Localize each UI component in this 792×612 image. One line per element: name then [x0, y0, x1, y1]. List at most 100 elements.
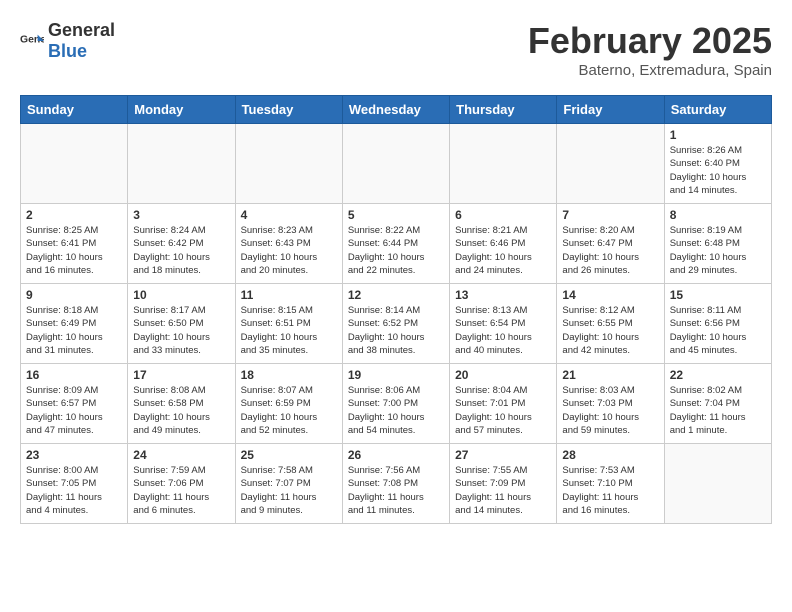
- day-number: 26: [348, 448, 444, 462]
- day-cell: [664, 444, 771, 524]
- day-info: Sunrise: 8:04 AM Sunset: 7:01 PM Dayligh…: [455, 384, 551, 437]
- day-number: 19: [348, 368, 444, 382]
- day-number: 9: [26, 288, 122, 302]
- day-info: Sunrise: 7:58 AM Sunset: 7:07 PM Dayligh…: [241, 464, 337, 517]
- day-cell: 6Sunrise: 8:21 AM Sunset: 6:46 PM Daylig…: [450, 204, 557, 284]
- day-cell: 20 Sunrise: 8:04 AM Sunset: 7:01 PM Dayli…: [450, 364, 557, 444]
- day-cell: 7 Sunrise: 8:20 AM Sunset: 6:47 PM Daylig…: [557, 204, 664, 284]
- day-cell: 24 Sunrise: 7:59 AM Sunset: 7:06 PM Dayli…: [128, 444, 235, 524]
- day-number: 24: [133, 448, 229, 462]
- day-cell: [128, 124, 235, 204]
- logo-blue: Blue: [48, 41, 87, 61]
- day-cell: 2 Sunrise: 8:25 AM Sunset: 6:41 PM Daylig…: [21, 204, 128, 284]
- weekday-tuesday: Tuesday: [235, 96, 342, 124]
- day-cell: 22 Sunrise: 8:02 AM Sunset: 7:04 PM Dayli…: [664, 364, 771, 444]
- day-number: 4: [241, 208, 337, 222]
- day-cell: 4 Sunrise: 8:23 AM Sunset: 6:43 PM Daylig…: [235, 204, 342, 284]
- day-cell: 17 Sunrise: 8:08 AM Sunset: 6:58 PM Dayli…: [128, 364, 235, 444]
- day-cell: 10Sunrise: 8:17 AM Sunset: 6:50 PM Dayli…: [128, 284, 235, 364]
- day-number: 2: [26, 208, 122, 222]
- day-cell: 19 Sunrise: 8:06 AM Sunset: 7:00 PM Dayli…: [342, 364, 449, 444]
- day-cell: 27Sunrise: 7:55 AM Sunset: 7:09 PM Dayli…: [450, 444, 557, 524]
- day-info: Sunrise: 8:15 AM Sunset: 6:51 PM Dayligh…: [241, 304, 337, 357]
- day-number: 8: [670, 208, 766, 222]
- day-cell: 13 Sunrise: 8:13 AM Sunset: 6:54 PM Dayli…: [450, 284, 557, 364]
- weekday-sunday: Sunday: [21, 96, 128, 124]
- day-cell: 23 Sunrise: 8:00 AM Sunset: 7:05 PM Dayli…: [21, 444, 128, 524]
- day-info: Sunrise: 8:23 AM Sunset: 6:43 PM Dayligh…: [241, 224, 337, 277]
- week-row-3: 16 Sunrise: 8:09 AM Sunset: 6:57 PM Dayli…: [21, 364, 772, 444]
- day-info: Sunrise: 8:11 AM Sunset: 6:56 PM Dayligh…: [670, 304, 766, 357]
- day-info: Sunrise: 8:12 AM Sunset: 6:55 PM Dayligh…: [562, 304, 658, 357]
- day-number: 5: [348, 208, 444, 222]
- day-info: Sunrise: 8:18 AM Sunset: 6:49 PM Dayligh…: [26, 304, 122, 357]
- day-cell: 26 Sunrise: 7:56 AM Sunset: 7:08 PM Dayli…: [342, 444, 449, 524]
- day-number: 23: [26, 448, 122, 462]
- header: Gene General Blue February 2025 Baterno,…: [20, 20, 772, 79]
- day-number: 1: [670, 128, 766, 142]
- day-number: 14: [562, 288, 658, 302]
- day-number: 18: [241, 368, 337, 382]
- calendar: SundayMondayTuesdayWednesdayThursdayFrid…: [20, 95, 772, 524]
- day-info: Sunrise: 8:07 AM Sunset: 6:59 PM Dayligh…: [241, 384, 337, 437]
- day-info: Sunrise: 7:59 AM Sunset: 7:06 PM Dayligh…: [133, 464, 229, 517]
- day-cell: 16 Sunrise: 8:09 AM Sunset: 6:57 PM Dayli…: [21, 364, 128, 444]
- day-cell: [235, 124, 342, 204]
- week-row-0: 1 Sunrise: 8:26 AM Sunset: 6:40 PM Daylig…: [21, 124, 772, 204]
- day-number: 7: [562, 208, 658, 222]
- day-cell: 1 Sunrise: 8:26 AM Sunset: 6:40 PM Daylig…: [664, 124, 771, 204]
- day-cell: 28 Sunrise: 7:53 AM Sunset: 7:10 PM Dayli…: [557, 444, 664, 524]
- day-info: Sunrise: 8:02 AM Sunset: 7:04 PM Dayligh…: [670, 384, 766, 437]
- day-cell: [450, 124, 557, 204]
- day-info: Sunrise: 7:56 AM Sunset: 7:08 PM Dayligh…: [348, 464, 444, 517]
- day-number: 25: [241, 448, 337, 462]
- day-number: 16: [26, 368, 122, 382]
- day-number: 12: [348, 288, 444, 302]
- weekday-monday: Monday: [128, 96, 235, 124]
- day-info: Sunrise: 7:53 AM Sunset: 7:10 PM Dayligh…: [562, 464, 658, 517]
- day-cell: 8 Sunrise: 8:19 AM Sunset: 6:48 PM Daylig…: [664, 204, 771, 284]
- week-row-2: 9 Sunrise: 8:18 AM Sunset: 6:49 PM Daylig…: [21, 284, 772, 364]
- logo-general: General: [48, 20, 115, 40]
- day-info: Sunrise: 8:19 AM Sunset: 6:48 PM Dayligh…: [670, 224, 766, 277]
- weekday-header-row: SundayMondayTuesdayWednesdayThursdayFrid…: [21, 96, 772, 124]
- day-info: Sunrise: 8:25 AM Sunset: 6:41 PM Dayligh…: [26, 224, 122, 277]
- day-cell: [557, 124, 664, 204]
- day-number: 20: [455, 368, 551, 382]
- day-cell: 15 Sunrise: 8:11 AM Sunset: 6:56 PM Dayli…: [664, 284, 771, 364]
- title-area: February 2025 Baterno, Extremadura, Spai…: [528, 20, 772, 79]
- day-number: 21: [562, 368, 658, 382]
- day-cell: 12 Sunrise: 8:14 AM Sunset: 6:52 PM Dayli…: [342, 284, 449, 364]
- day-number: 11: [241, 288, 337, 302]
- day-number: 10: [133, 288, 229, 302]
- day-info: Sunrise: 8:13 AM Sunset: 6:54 PM Dayligh…: [455, 304, 551, 357]
- day-number: 22: [670, 368, 766, 382]
- day-info: Sunrise: 7:55 AM Sunset: 7:09 PM Dayligh…: [455, 464, 551, 517]
- day-number: 3: [133, 208, 229, 222]
- day-cell: 21Sunrise: 8:03 AM Sunset: 7:03 PM Dayli…: [557, 364, 664, 444]
- day-info: Sunrise: 8:26 AM Sunset: 6:40 PM Dayligh…: [670, 144, 766, 197]
- day-number: 17: [133, 368, 229, 382]
- day-info: Sunrise: 8:20 AM Sunset: 6:47 PM Dayligh…: [562, 224, 658, 277]
- logo: Gene General Blue: [20, 20, 115, 62]
- day-cell: 3Sunrise: 8:24 AM Sunset: 6:42 PM Daylig…: [128, 204, 235, 284]
- weekday-thursday: Thursday: [450, 96, 557, 124]
- day-number: 6: [455, 208, 551, 222]
- day-cell: 9 Sunrise: 8:18 AM Sunset: 6:49 PM Daylig…: [21, 284, 128, 364]
- week-row-4: 23 Sunrise: 8:00 AM Sunset: 7:05 PM Dayli…: [21, 444, 772, 524]
- day-info: Sunrise: 8:08 AM Sunset: 6:58 PM Dayligh…: [133, 384, 229, 437]
- day-info: Sunrise: 8:14 AM Sunset: 6:52 PM Dayligh…: [348, 304, 444, 357]
- day-cell: 25 Sunrise: 7:58 AM Sunset: 7:07 PM Dayli…: [235, 444, 342, 524]
- weekday-saturday: Saturday: [664, 96, 771, 124]
- day-number: 13: [455, 288, 551, 302]
- weekday-friday: Friday: [557, 96, 664, 124]
- day-number: 15: [670, 288, 766, 302]
- day-info: Sunrise: 8:09 AM Sunset: 6:57 PM Dayligh…: [26, 384, 122, 437]
- logo-icon: Gene: [20, 31, 44, 51]
- day-number: 28: [562, 448, 658, 462]
- day-cell: 18 Sunrise: 8:07 AM Sunset: 6:59 PM Dayli…: [235, 364, 342, 444]
- day-info: Sunrise: 8:22 AM Sunset: 6:44 PM Dayligh…: [348, 224, 444, 277]
- week-row-1: 2 Sunrise: 8:25 AM Sunset: 6:41 PM Daylig…: [21, 204, 772, 284]
- day-info: Sunrise: 8:06 AM Sunset: 7:00 PM Dayligh…: [348, 384, 444, 437]
- day-info: Sunrise: 8:00 AM Sunset: 7:05 PM Dayligh…: [26, 464, 122, 517]
